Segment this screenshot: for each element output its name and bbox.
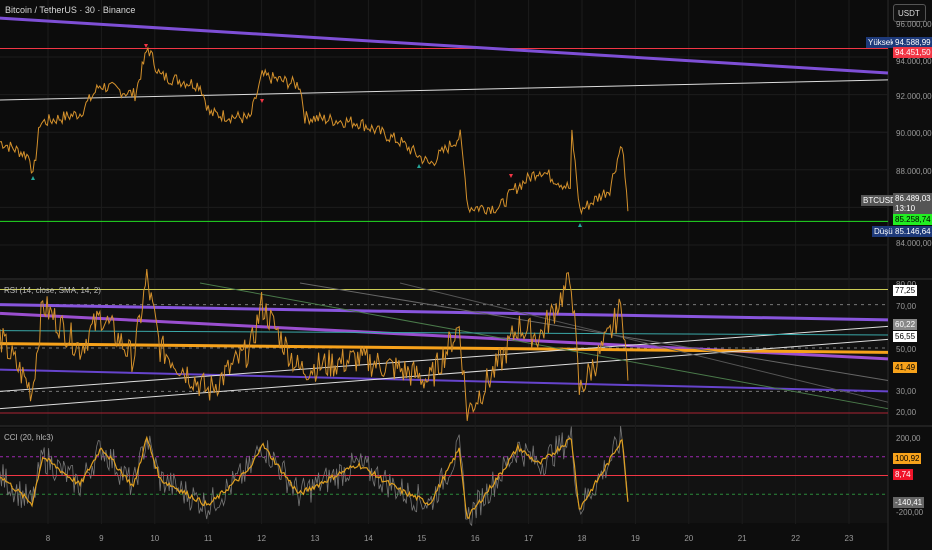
price-tick: 96.000,00 — [896, 20, 932, 29]
rsi-label: 60,22 — [893, 319, 918, 330]
cci-label: 100,92 — [893, 453, 922, 464]
cci-label: 8,74 — [893, 469, 913, 480]
cci-tick: 200,00 — [896, 434, 921, 443]
time-tick: 11 — [204, 534, 213, 543]
low-value: 85.146,64 — [893, 226, 932, 237]
price-tick: 94.000,00 — [896, 57, 932, 66]
chart-canvas[interactable]: 8 9 10 11 12 13 14 15 16 17 18 19 20 21 22 23 — [0, 0, 932, 550]
rsi-title[interactable]: RSI (14, close, SMA, 14, 2) — [4, 286, 101, 295]
time-tick: 16 — [471, 534, 480, 543]
rsi-label: 41,49 — [893, 362, 918, 373]
price-tick: 84.000,00 — [896, 239, 932, 248]
time-tick: 21 — [738, 534, 747, 543]
last-price: 86.489,03 13:10 — [893, 193, 932, 215]
rsi-tick: 20,00 — [896, 408, 917, 417]
time-tick: 8 — [46, 534, 51, 543]
high-label: Yüksek — [866, 37, 897, 48]
rsi-tick: 50,00 — [896, 345, 917, 354]
time-tick: 18 — [578, 534, 587, 543]
price-tick: 92.000,00 — [896, 92, 932, 101]
price-pane — [0, 0, 888, 278]
time-tick: 23 — [845, 534, 854, 543]
cci-label: -140,41 — [893, 497, 925, 508]
time-tick: 19 — [631, 534, 640, 543]
time-tick: 17 — [524, 534, 533, 543]
countdown: 13:10 — [895, 204, 916, 213]
price-tick: 88.000,00 — [896, 167, 932, 176]
rsi-label: 77,25 — [893, 285, 918, 296]
time-tick: 12 — [257, 534, 266, 543]
rsi-tick: 30,00 — [896, 387, 917, 396]
chart-title: Bitcoin / TetherUS · 30 · Binance — [5, 5, 136, 15]
green-line-value: 85.258,74 — [893, 214, 932, 225]
time-tick: 10 — [150, 534, 159, 543]
last-price-value: 86.489,03 — [895, 194, 931, 203]
time-tick: 22 — [791, 534, 800, 543]
time-tick: 9 — [99, 534, 104, 543]
rsi-label: 56,55 — [893, 331, 918, 342]
cci-tick: -200,00 — [896, 508, 924, 517]
price-tick: 90.000,00 — [896, 129, 932, 138]
time-tick: 15 — [417, 534, 426, 543]
time-tick: 20 — [684, 534, 693, 543]
time-tick: 14 — [364, 534, 373, 543]
cci-title[interactable]: CCI (20, hlc3) — [4, 433, 53, 442]
time-tick: 13 — [311, 534, 320, 543]
rsi-tick: 70,00 — [896, 302, 917, 311]
